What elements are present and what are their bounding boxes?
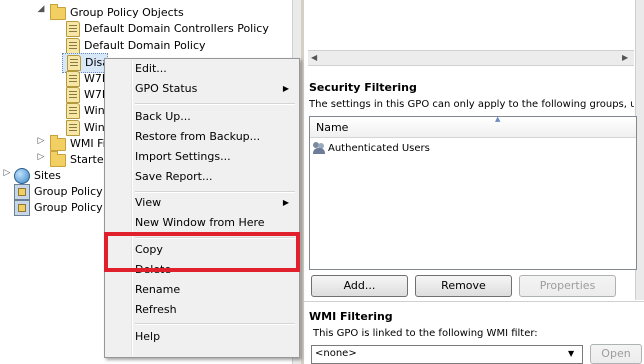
chevron-down-icon: ▼	[568, 349, 575, 358]
details-pane: ◀ ▶ Security Filtering The settings in t…	[304, 0, 644, 364]
gpm-icon	[14, 184, 30, 200]
scroll-left-icon[interactable]: ◀	[311, 53, 317, 62]
menu-item-gpo-status[interactable]: GPO Status ▶	[133, 79, 295, 99]
tree-item-gpo[interactable]: Win	[66, 102, 105, 120]
context-menu: Edit... GPO Status ▶ Back Up... Restore f…	[104, 58, 300, 358]
sites-icon	[14, 168, 30, 184]
section-divider	[304, 301, 644, 302]
wmi-filtering-description: This GPO is linked to the following WMI …	[313, 328, 538, 339]
gpo-scroll-icon	[66, 103, 80, 119]
gpo-scroll-icon	[66, 87, 80, 103]
submenu-arrow-icon: ▶	[282, 198, 289, 207]
remove-button[interactable]: Remove	[415, 275, 512, 297]
submenu-arrow-icon: ▶	[282, 84, 289, 93]
menu-item-rename[interactable]: Rename	[133, 280, 295, 300]
menu-separator	[135, 237, 295, 239]
menu-item-back-up[interactable]: Back Up...	[133, 107, 295, 127]
menu-item-help[interactable]: Help	[133, 327, 295, 347]
menu-item-delete[interactable]: Delete	[133, 260, 295, 280]
menu-separator	[135, 323, 295, 325]
menu-item-edit[interactable]: Edit...	[133, 59, 295, 79]
folder-icon	[50, 3, 66, 20]
gpm-icon	[14, 200, 30, 216]
column-header-name[interactable]: Name ▲	[310, 115, 636, 138]
expand-arrow-icon[interactable]: ▷	[36, 152, 46, 162]
security-filter-list: Name ▲ Authenticated Users	[309, 115, 637, 270]
tree-item-group-policy-results[interactable]: Group Policy R	[14, 199, 114, 217]
expand-arrow-icon[interactable]: ▷	[2, 168, 12, 178]
top-hscrollbar[interactable]: ◀ ▶	[308, 50, 634, 66]
folder-icon	[50, 134, 66, 151]
collapse-arrow-icon[interactable]: ◢	[36, 4, 46, 14]
menu-separator	[135, 103, 295, 105]
gpo-scroll-icon	[66, 120, 80, 136]
gpo-scroll-icon	[67, 55, 81, 71]
sort-ascending-icon: ▲	[495, 115, 501, 123]
menu-item-new-window-from-here[interactable]: New Window from Here	[133, 213, 295, 233]
menu-item-copy[interactable]: Copy	[133, 240, 295, 260]
menu-item-restore-from-backup[interactable]: Restore from Backup...	[133, 127, 295, 147]
gpo-scroll-icon	[66, 71, 80, 87]
security-filtering-description: The settings in this GPO can only apply …	[309, 99, 634, 110]
gpo-scroll-icon	[66, 21, 80, 37]
menu-item-view[interactable]: View ▶	[133, 193, 295, 213]
tree-item-gpo[interactable]: Default Domain Controllers Policy	[66, 20, 269, 38]
expand-arrow-icon[interactable]: ▷	[36, 136, 46, 146]
properties-button[interactable]: Properties	[519, 275, 616, 297]
users-group-icon	[313, 142, 326, 154]
menu-item-import-settings[interactable]: Import Settings...	[133, 147, 295, 167]
scroll-right-icon[interactable]: ▶	[622, 53, 628, 62]
menu-item-refresh[interactable]: Refresh	[133, 300, 295, 320]
open-button[interactable]: Open	[590, 344, 642, 364]
list-item[interactable]: Authenticated Users	[313, 140, 430, 156]
security-filtering-title: Security Filtering	[309, 81, 417, 94]
menu-item-save-report[interactable]: Save Report...	[133, 167, 295, 187]
wmi-filtering-title: WMI Filtering	[309, 310, 393, 323]
gpo-scroll-icon	[66, 38, 80, 54]
folder-icon	[50, 150, 66, 167]
add-button[interactable]: Add...	[311, 275, 408, 297]
wmi-filter-dropdown[interactable]: <none> ▼	[311, 345, 583, 364]
